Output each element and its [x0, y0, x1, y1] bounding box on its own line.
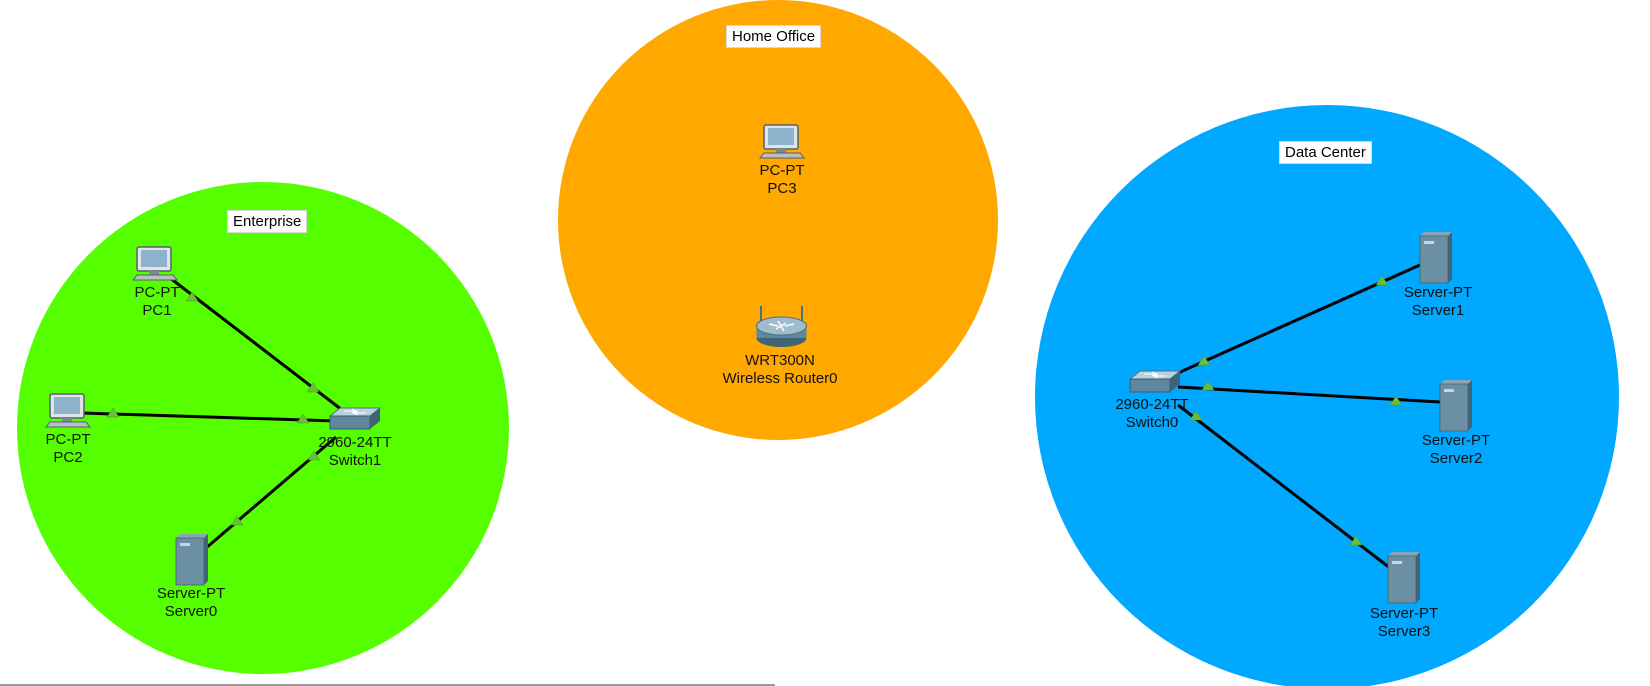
topology-canvas	[17, 0, 1619, 686]
router0-label: WRT300N Wireless Router0	[722, 352, 837, 388]
server0-label: Server-PT Server0	[157, 585, 225, 621]
server-icon[interactable]	[1387, 552, 1420, 604]
switch1-label: 2960-24TT Switch1	[318, 434, 391, 470]
switch1-model: 2960-24TT	[318, 434, 392, 451]
switch0-label: 2960-24TT Switch0	[1115, 396, 1188, 432]
pc2-name: PC2	[53, 449, 83, 466]
pc3-model: PC-PT	[759, 162, 805, 179]
router0-model: WRT300N	[745, 352, 815, 369]
server3-name: Server3	[1377, 623, 1431, 640]
pc2-label: PC-PT PC2	[46, 431, 91, 467]
server0-model: Server-PT	[156, 585, 226, 602]
enterprise-zone-label: Enterprise	[227, 210, 308, 233]
desktop-pc-icon[interactable]	[44, 393, 92, 428]
switch-icon[interactable]	[1128, 370, 1182, 393]
pc1-name: PC1	[142, 302, 172, 319]
desktop-pc-icon[interactable]	[131, 246, 179, 281]
server2-model: Server-PT	[1421, 432, 1491, 449]
server1-label: Server-PT Server1	[1404, 284, 1472, 320]
switch0-name: Switch0	[1125, 414, 1179, 431]
router0-name: Wireless Router0	[722, 370, 838, 387]
server2-name: Server2	[1429, 450, 1483, 467]
switch1-name: Switch1	[328, 452, 382, 469]
server2-label: Server-PT Server2	[1422, 432, 1490, 468]
server3-model: Server-PT	[1369, 605, 1439, 622]
switch0-model: 2960-24TT	[1115, 396, 1189, 413]
server3-label: Server-PT Server3	[1370, 605, 1438, 641]
pc1-label: PC-PT PC1	[135, 284, 180, 320]
data-center-zone-label: Data Center	[1279, 141, 1372, 164]
server1-name: Server1	[1411, 302, 1465, 319]
pc2-model: PC-PT	[45, 431, 91, 448]
pc3-name: PC3	[767, 180, 797, 197]
server0-name: Server0	[164, 603, 218, 620]
switch-icon[interactable]	[328, 407, 382, 430]
server-icon[interactable]	[1419, 232, 1452, 284]
server-icon[interactable]	[1439, 380, 1472, 432]
home-office-zone-label: Home Office	[726, 25, 822, 48]
pc1-model: PC-PT	[134, 284, 180, 301]
pc3-label: PC-PT PC3	[760, 162, 805, 198]
desktop-pc-icon[interactable]	[758, 124, 806, 159]
server1-model: Server-PT	[1403, 284, 1473, 301]
server-icon[interactable]	[175, 534, 208, 586]
enterprise-zone[interactable]	[17, 182, 509, 674]
